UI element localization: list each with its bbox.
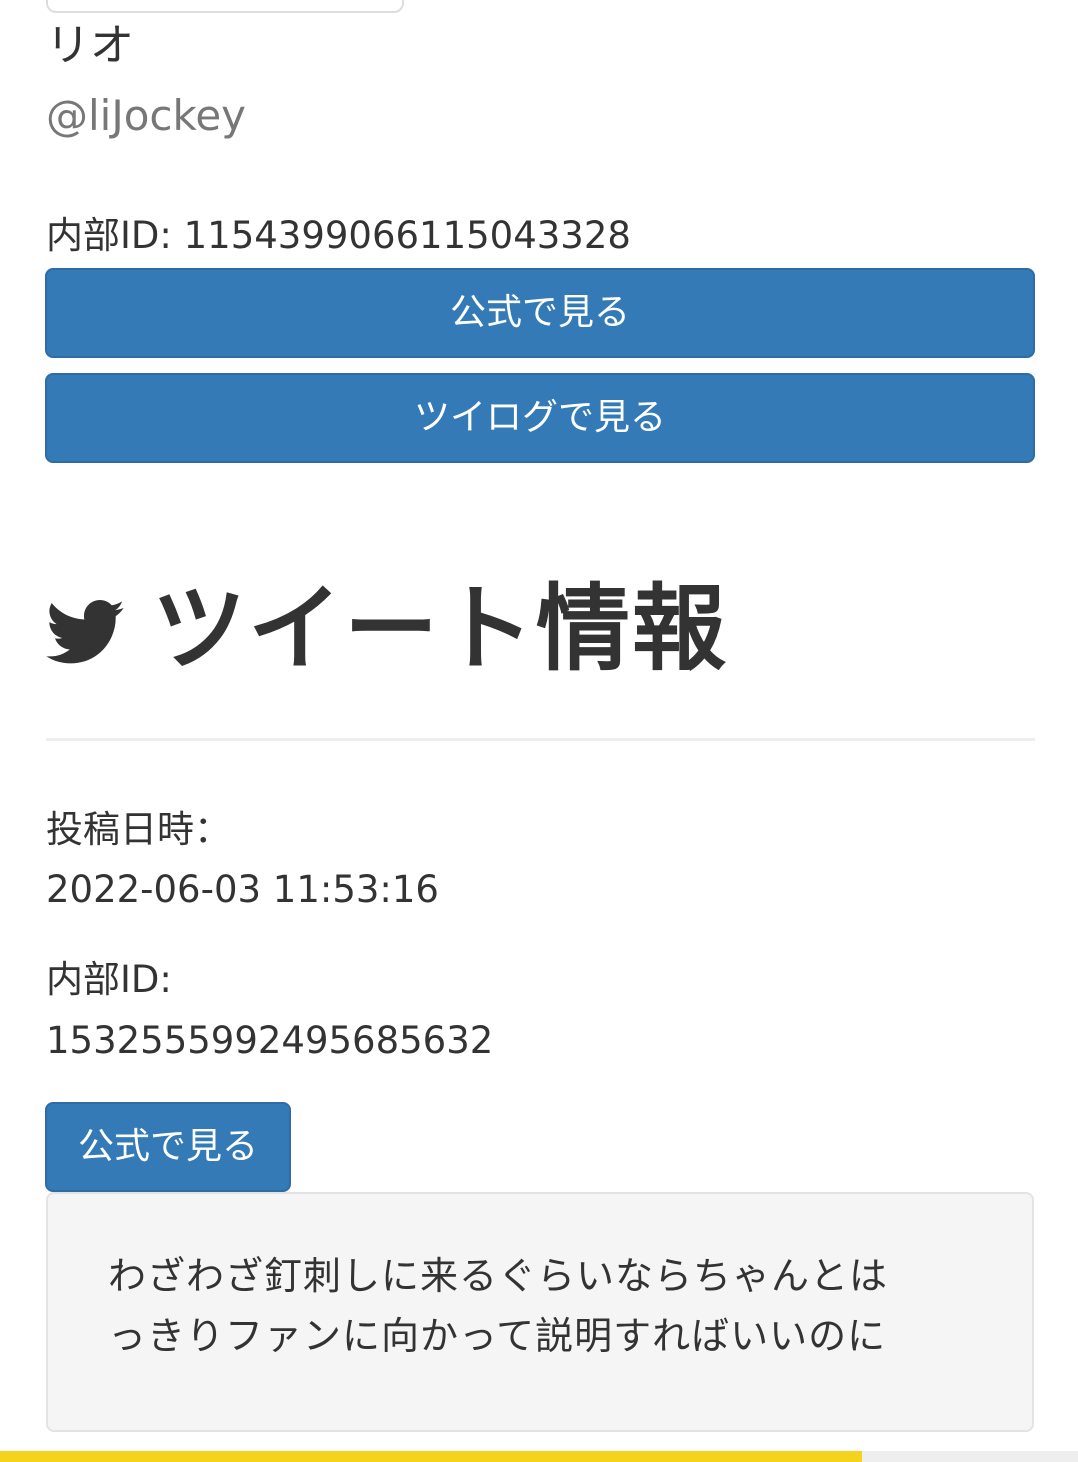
profile-image-frame bbox=[46, 0, 404, 13]
tweet-internal-id-label: 内部ID: bbox=[46, 958, 172, 1001]
page: リオ @liJockey 内部ID: 1154399066115043328 公… bbox=[0, 0, 1078, 1462]
page-load-progress-fill bbox=[0, 1451, 863, 1462]
user-handle: @liJockey bbox=[46, 91, 247, 140]
user-internal-id: 内部ID: 1154399066115043328 bbox=[46, 214, 631, 257]
tweet-internal-id-value: 1532555992495685632 bbox=[46, 1019, 494, 1062]
posted-at-label: 投稿日時： bbox=[46, 808, 231, 851]
user-name: リオ bbox=[46, 20, 134, 71]
view-tweet-official-label: 公式で見る bbox=[77, 1126, 258, 1167]
view-twilog-label: ツイログで見る bbox=[413, 397, 666, 438]
tweet-text-line-1: わざわざ釘刺しに来るぐらいならちゃんとは bbox=[108, 1254, 889, 1298]
twitter-bird-icon bbox=[46, 600, 125, 664]
tweet-info-heading: ツイート情報 bbox=[46, 570, 728, 690]
view-twilog-button[interactable]: ツイログで見る bbox=[45, 373, 1035, 463]
view-user-official-label: 公式で見る bbox=[449, 292, 630, 333]
posted-at-value: 2022-06-03 11:53:16 bbox=[46, 868, 439, 911]
page-load-progress-bar bbox=[0, 1451, 1078, 1462]
tweet-text-line-2: っきりファンに向かって説明すればいいのに bbox=[108, 1314, 887, 1358]
section-divider bbox=[46, 738, 1035, 741]
view-user-official-button[interactable]: 公式で見る bbox=[45, 268, 1035, 358]
tweet-info-title: ツイート情報 bbox=[152, 575, 729, 684]
tweet-text-box: わざわざ釘刺しに来るぐらいならちゃんとは っきりファンに向かって説明すればいいの… bbox=[46, 1192, 1034, 1432]
view-tweet-official-button[interactable]: 公式で見る bbox=[45, 1102, 291, 1192]
